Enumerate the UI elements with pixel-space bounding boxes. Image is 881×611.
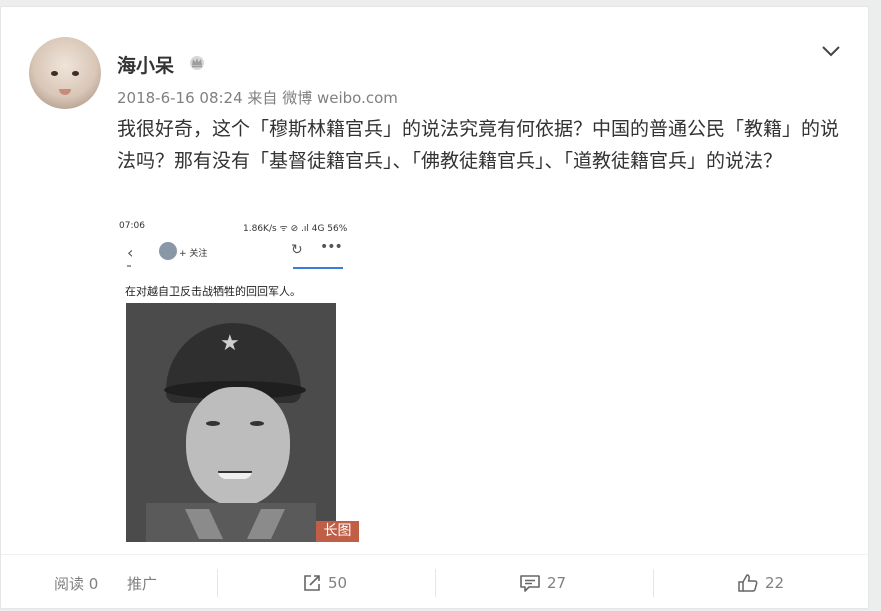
post-meta: 2018-6-16 08:24 来自 微博 weibo.com: [117, 87, 398, 108]
promote-label: 推广: [127, 574, 158, 593]
avatar-eye-right: [72, 71, 79, 76]
like-count: 22: [765, 574, 785, 592]
post-text: 我很好奇，这个「穆斯林籍官兵」的说法究竟有何依据？中国的普通公民「教籍」的说法吗…: [117, 118, 840, 172]
soldier-photo: ★: [126, 303, 336, 542]
source-prefix: 来自: [247, 89, 278, 107]
repost-count: 50: [328, 574, 348, 592]
action-divider: [435, 569, 436, 597]
crown-badge-icon: [190, 56, 204, 70]
photo-eye-right: [250, 421, 264, 426]
phone-avatar: [159, 242, 177, 260]
phone-nav-bar: ‹ + 关注 ↻ •••: [117, 237, 359, 267]
like-button[interactable]: 22: [737, 555, 784, 611]
phone-green-mark: [127, 265, 131, 267]
avatar-eye-left: [51, 71, 58, 76]
action-divider: [653, 569, 654, 597]
read-count: 阅读 0: [54, 555, 98, 611]
avatar[interactable]: [29, 37, 101, 109]
thumbs-up-icon: [738, 574, 758, 592]
read-count-label: 阅读 0: [54, 574, 99, 593]
comment-button[interactable]: 27: [519, 555, 566, 611]
photo-smile: [218, 471, 252, 479]
phone-status-bar: 07:06 1.86K/s ᯤ ⊘ .ıl 4G 56%: [117, 217, 359, 237]
comment-icon: [520, 575, 540, 592]
long-image-tag: 长图: [316, 521, 359, 542]
chevron-down-icon[interactable]: [819, 39, 843, 63]
avatar-mouth: [59, 89, 71, 95]
image-caption: 在对越自卫反击战牺牲的回回军人。: [125, 285, 301, 298]
post-source[interactable]: 微博 weibo.com: [282, 89, 398, 107]
username[interactable]: 海小呆: [117, 51, 174, 78]
photo-uniform: [146, 503, 316, 542]
photo-face: [186, 387, 290, 507]
weibo-post-card: 海小呆 2018-6-16 08:24 来自 微博 weibo.com 我很好奇…: [0, 6, 870, 611]
action-bar: 阅读 0 推广 50 27 22: [1, 554, 870, 611]
more-dots-icon: •••: [320, 239, 343, 255]
repost-button[interactable]: 50: [302, 555, 347, 611]
repost-icon: [304, 575, 320, 591]
action-divider: [217, 569, 218, 597]
phone-follow-label: + 关注: [179, 249, 208, 259]
phone-status-time: 07:06: [119, 221, 145, 231]
phone-status-network: 1.86K/s ᯤ ⊘ .ıl 4G 56%: [243, 224, 348, 234]
post-timestamp[interactable]: 2018-6-16 08:24: [117, 89, 243, 107]
refresh-icon: ↻: [291, 242, 303, 258]
post-image[interactable]: 07:06 1.86K/s ᯤ ⊘ .ıl 4G 56% ‹ + 关注 ↻ ••…: [117, 217, 359, 542]
cap-star-icon: ★: [220, 331, 240, 356]
promote-button[interactable]: 推广: [127, 555, 157, 611]
comment-count: 27: [547, 574, 567, 592]
photo-eye-left: [206, 421, 220, 426]
phone-blue-underline: [293, 267, 343, 269]
back-arrow-icon: ‹: [127, 243, 134, 262]
